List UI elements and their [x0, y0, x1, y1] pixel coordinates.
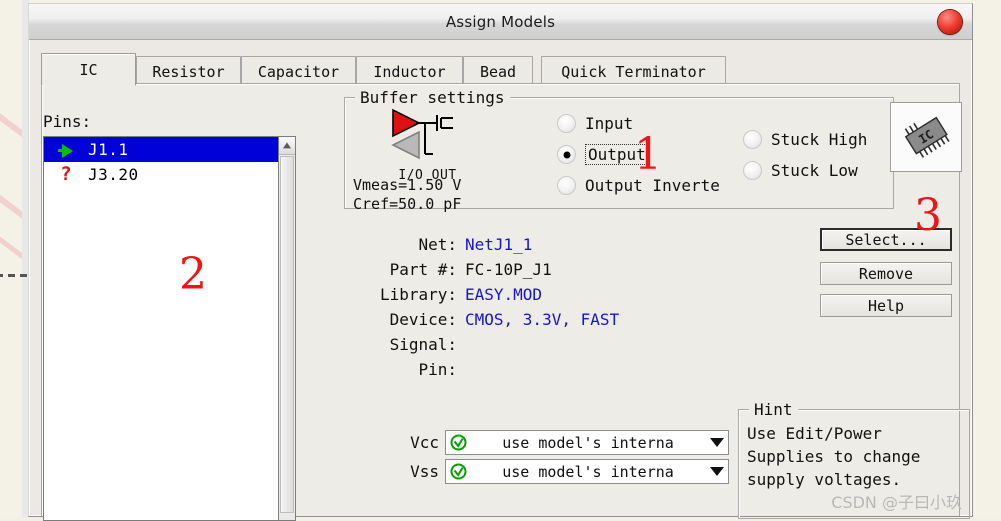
- remove-button[interactable]: Remove: [820, 262, 952, 285]
- decorative-dashed-line: [0, 274, 30, 277]
- window-title: Assign Models: [445, 12, 556, 31]
- remove-button-label: Remove: [858, 264, 914, 283]
- radio-circle-icon: [557, 145, 576, 164]
- annotation-3: 3: [914, 190, 942, 241]
- chevron-down-icon[interactable]: [706, 467, 728, 476]
- radio-label: Input: [585, 114, 634, 133]
- io-buffer-svg: [390, 108, 453, 160]
- tab-resistor[interactable]: Resistor: [136, 56, 241, 86]
- green-check-circle-icon: [446, 434, 470, 451]
- title-bar: Assign Models: [29, 4, 972, 40]
- tab-strip: IC Resistor Capacitor Inductor Bead Quic…: [41, 53, 972, 86]
- detail-row-signal: Signal:: [345, 332, 725, 357]
- chevron-down-icon[interactable]: [706, 438, 728, 447]
- radio-label: Stuck Low: [771, 161, 858, 180]
- detail-key: Pin:: [418, 360, 457, 379]
- vcc-value: use model's interna: [502, 433, 674, 452]
- vss-value: use model's interna: [502, 462, 674, 481]
- pins-label: Pins:: [43, 112, 92, 131]
- scroll-up-arrow-icon[interactable]: [279, 137, 295, 155]
- detail-row-device: Device: CMOS, 3.3V, FAST: [345, 307, 725, 332]
- scrollbar-thumb[interactable]: [280, 156, 294, 513]
- detail-key: Device:: [389, 310, 457, 329]
- detail-value[interactable]: EASY.MOD: [465, 285, 542, 304]
- radio-circle-icon: [743, 130, 762, 149]
- detail-value[interactable]: NetJ1_1: [465, 235, 532, 254]
- list-item[interactable]: J1.1: [44, 137, 278, 162]
- tab-ic[interactable]: IC: [41, 53, 136, 86]
- tab-label: Bead: [479, 62, 517, 81]
- green-output-arrow-icon: [44, 140, 88, 159]
- tab-inductor[interactable]: Inductor: [356, 56, 463, 86]
- annotation-2: 2: [179, 249, 207, 300]
- ic-chip-icon[interactable]: IC: [890, 102, 962, 172]
- buffer-measurements: Vmeas=1.50 V Cref=50.0 pF: [353, 176, 461, 214]
- detail-row-library: Library: EASY.MOD: [345, 282, 725, 307]
- buffer-settings-group: Buffer settings I/O OUT Vmeas=1.50 V Cre…: [344, 88, 894, 213]
- detail-key: Net:: [418, 235, 457, 254]
- tab-label: Inductor: [373, 62, 446, 81]
- model-details: Net: NetJ1_1 Part #: FC-10P_J1 Library: …: [345, 232, 725, 382]
- detail-row-part: Part #: FC-10P_J1: [345, 257, 725, 282]
- tab-label: Capacitor: [257, 62, 340, 81]
- pins-scrollbar[interactable]: [278, 136, 296, 521]
- red-question-mark-icon: ?: [60, 163, 72, 185]
- help-button-label: Help: [867, 296, 905, 315]
- supply-row-vss: Vss use model's interna: [399, 457, 729, 486]
- supply-key: Vss: [410, 462, 439, 481]
- close-icon[interactable]: [938, 9, 962, 34]
- tab-label: IC: [79, 60, 98, 79]
- pin-name: J1.1: [88, 140, 129, 159]
- detail-row-net: Net: NetJ1_1: [345, 232, 725, 257]
- green-check-circle-icon: [446, 463, 470, 480]
- detail-row-pin: Pin:: [345, 357, 725, 382]
- radio-label: Stuck High: [771, 130, 868, 149]
- annotation-1: 1: [634, 129, 662, 180]
- buffer-settings-legend: Buffer settings: [355, 88, 510, 107]
- vmeas-value: Vmeas=1.50 V: [353, 176, 462, 194]
- detail-key: Library:: [379, 285, 457, 304]
- help-button[interactable]: Help: [820, 294, 952, 317]
- buffer-stuck-radio-group: Stuck High Stuck Low: [743, 124, 867, 186]
- radio-circle-icon: [557, 114, 576, 133]
- hint-text: Use Edit/Power Supplies to change supply…: [747, 424, 921, 489]
- supply-row-vcc: Vcc use model's interna: [399, 428, 729, 457]
- detail-value[interactable]: CMOS, 3.3V, FAST: [465, 310, 619, 329]
- detail-key: Signal:: [389, 335, 457, 354]
- pin-name: J3.20: [88, 165, 139, 184]
- list-item[interactable]: ? J3.20: [44, 162, 278, 187]
- radio-stuck-high[interactable]: Stuck High: [743, 124, 867, 155]
- detail-key: Part #:: [389, 260, 457, 279]
- assign-models-dialog: Assign Models IC Resistor Capacitor Indu…: [28, 3, 973, 521]
- power-supplies-section: Vcc use model's interna Vss use model's …: [399, 428, 729, 486]
- radio-circle-icon: [743, 161, 762, 180]
- tab-label: Quick Terminator: [561, 62, 706, 81]
- buffer-diagram-icon: I/O OUT: [365, 106, 490, 183]
- hint-legend: Hint: [749, 400, 798, 419]
- vss-select[interactable]: use model's interna: [445, 459, 729, 484]
- vcc-select[interactable]: use model's interna: [445, 430, 729, 455]
- tab-capacitor[interactable]: Capacitor: [241, 56, 356, 86]
- radio-stuck-low[interactable]: Stuck Low: [743, 155, 867, 186]
- watermark: CSDN @子曰小玖: [831, 493, 962, 512]
- tab-quick-terminator[interactable]: Quick Terminator: [541, 56, 726, 86]
- cref-value: Cref=50.0 pF: [353, 195, 462, 213]
- ic-chip-svg: IC: [904, 116, 950, 158]
- tab-label: Resistor: [152, 62, 225, 81]
- detail-value: FC-10P_J1: [465, 260, 552, 279]
- radio-circle-icon: [557, 176, 576, 195]
- supply-key: Vcc: [410, 433, 439, 452]
- tab-bead[interactable]: Bead: [463, 56, 533, 86]
- pins-list[interactable]: J1.1 ? J3.20: [43, 136, 278, 521]
